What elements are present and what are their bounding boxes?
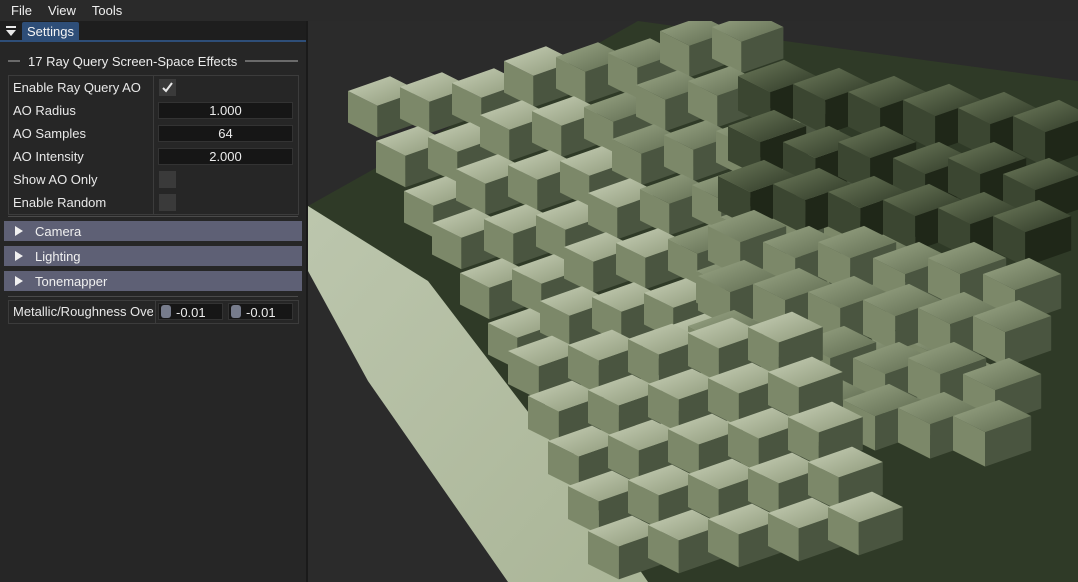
separator (8, 216, 298, 217)
menu-view[interactable]: View (40, 0, 84, 21)
section-header: 17 Ray Query Screen-Space Effects (8, 53, 298, 69)
show-ao-only-checkbox[interactable] (159, 171, 176, 188)
settings-panel: Settings 17 Ray Query Screen-Space Effec… (0, 21, 308, 582)
row-ao-intensity: AO Intensity 2.000 (9, 145, 298, 168)
ao-samples-input[interactable]: 64 (158, 125, 293, 142)
section-title: 17 Ray Query Screen-Space Effects (28, 53, 238, 69)
enable-random-checkbox[interactable] (159, 194, 176, 211)
collapsible-label: Tonemapper (35, 274, 108, 289)
row-enable-ray-query-ao: Enable Ray Query AO (9, 76, 298, 99)
expand-arrow-icon (15, 276, 23, 286)
expand-arrow-icon (15, 251, 23, 261)
row-ao-samples: AO Samples 64 (9, 122, 298, 145)
ao-properties-table: Enable Ray Query AO AO Radius 1.000 AO S… (8, 75, 299, 215)
metallic-value: -0.01 (176, 305, 206, 320)
expand-arrow-icon (15, 226, 23, 236)
ao-intensity-input[interactable]: 2.000 (158, 148, 293, 165)
slider-knob[interactable] (231, 305, 241, 318)
prop-label: AO Intensity (13, 149, 84, 164)
roughness-slider[interactable]: -0.01 (228, 303, 293, 320)
prop-label: AO Samples (13, 126, 86, 141)
section-line-right (245, 60, 298, 62)
metallic-roughness-label: Metallic/Roughness Override (13, 304, 153, 319)
slider-knob[interactable] (161, 305, 171, 318)
tab-settings[interactable]: Settings (22, 22, 79, 41)
tab-underline (0, 40, 306, 42)
camera-header[interactable]: Camera (4, 221, 302, 241)
row-show-ao-only: Show AO Only (9, 168, 298, 191)
lighting-header[interactable]: Lighting (4, 246, 302, 266)
row-enable-random: Enable Random (9, 191, 298, 214)
tab-bar: Settings (0, 21, 306, 42)
menu-bar: File View Tools (0, 0, 1078, 21)
section-line-left (8, 60, 20, 62)
checkmark-icon (162, 82, 173, 93)
menu-file[interactable]: File (0, 0, 40, 21)
collapsible-label: Lighting (35, 249, 81, 264)
prop-label: Enable Ray Query AO (13, 80, 141, 95)
metallic-slider[interactable]: -0.01 (158, 303, 223, 320)
menu-tools[interactable]: Tools (84, 0, 130, 21)
dropdown-triangle-icon[interactable] (5, 25, 17, 37)
voxel-terrain-render[interactable] (308, 21, 1078, 582)
prop-label: Show AO Only (13, 172, 98, 187)
roughness-value: -0.01 (246, 305, 276, 320)
ao-radius-input[interactable]: 1.000 (158, 102, 293, 119)
enable-ray-query-ao-checkbox[interactable] (159, 79, 176, 96)
separator (8, 296, 298, 297)
metallic-roughness-row: Metallic/Roughness Override -0.01 -0.01 (8, 300, 299, 324)
collapsible-label: Camera (35, 224, 82, 239)
row-ao-radius: AO Radius 1.000 (9, 99, 298, 122)
tonemapper-header[interactable]: Tonemapper (4, 271, 302, 291)
prop-label: AO Radius (13, 103, 76, 118)
render-viewport[interactable] (308, 21, 1078, 582)
column-divider (155, 301, 156, 323)
prop-label: Enable Random (13, 195, 107, 210)
